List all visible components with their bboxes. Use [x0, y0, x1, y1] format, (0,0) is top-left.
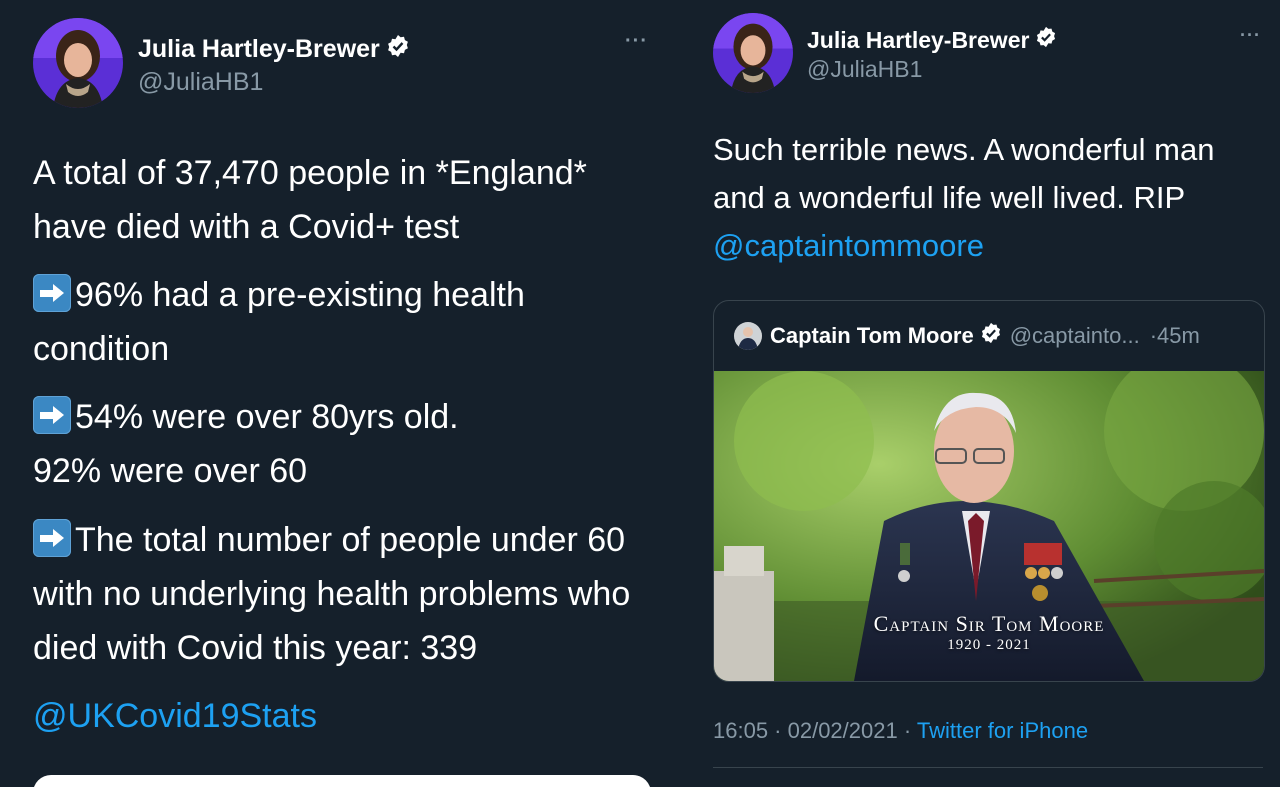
bullet-text: 96% had a pre-existing health condition — [33, 276, 525, 368]
tweet-paragraph: A total of 37,470 people in *England* ha… — [33, 154, 587, 246]
quoted-tweet-header: Captain Tom Moore @captainto... ·45m — [734, 321, 1200, 351]
quoted-avatar[interactable] — [734, 322, 762, 350]
more-icon[interactable]: ··· — [625, 30, 648, 53]
tweet-right: Julia Hartley-Brewer @JuliaHB1 ··· Such … — [680, 0, 1280, 787]
right-arrow-icon — [33, 274, 71, 312]
author-name-text: Julia Hartley-Brewer — [138, 35, 380, 63]
quoted-photo[interactable]: Captain Sir Tom Moore 1920 - 2021 — [714, 351, 1264, 681]
author-name[interactable]: Julia Hartley-Brewer — [138, 34, 410, 65]
screenshot-page: Julia Hartley-Brewer @JuliaHB1 ··· A tot… — [0, 0, 1280, 787]
quoted-time[interactable]: ·45m — [1150, 323, 1200, 349]
bullet-item: 54% were over 80yrs old. 92% were over 6… — [33, 390, 653, 498]
quoted-author-name[interactable]: Captain Tom Moore — [770, 323, 974, 349]
bullet-item: 96% had a pre-existing health condition — [33, 268, 653, 376]
bullet-text: 54% were over 80yrs old. — [75, 398, 459, 436]
tweet-source[interactable]: Twitter for iPhone — [917, 718, 1088, 743]
divider — [713, 767, 1263, 768]
avatar[interactable] — [713, 13, 793, 93]
tweet-left: Julia Hartley-Brewer @JuliaHB1 ··· A tot… — [0, 0, 680, 787]
verified-badge-icon — [386, 34, 410, 65]
bullet-item: The total number of people under 60 with… — [33, 513, 663, 675]
mention-link[interactable]: @captaintommoore — [713, 222, 984, 270]
mention-link[interactable]: @UKCovid19Stats — [33, 689, 317, 743]
verified-badge-icon — [980, 322, 1002, 350]
author-handle[interactable]: @JuliaHB1 — [138, 68, 263, 97]
right-arrow-icon — [33, 519, 71, 557]
tweet-timestamp[interactable]: 16:05 · 02/02/2021 · — [713, 718, 911, 743]
photo-caption-years: 1920 - 2021 — [947, 637, 1031, 653]
author-name[interactable]: Julia Hartley-Brewer — [807, 26, 1057, 54]
bullet-text: The total number of people under 60 with… — [33, 521, 631, 667]
avatar[interactable] — [33, 18, 123, 108]
quoted-tweet-card[interactable]: Captain Tom Moore @captainto... ·45m Cap… — [713, 300, 1265, 682]
author-handle[interactable]: @JuliaHB1 — [807, 56, 922, 83]
right-arrow-icon — [33, 396, 71, 434]
tweet-metadata: 16:05 · 02/02/2021 · Twitter for iPhone — [713, 718, 1088, 744]
link-preview-card[interactable] — [33, 775, 651, 787]
photo-caption-title: Captain Sir Tom Moore — [873, 611, 1105, 636]
verified-badge-icon — [1035, 26, 1057, 54]
quoted-author-handle[interactable]: @captainto... — [1010, 323, 1140, 349]
more-icon[interactable]: ··· — [1240, 25, 1261, 46]
bullet-text: 92% were over 60 — [33, 452, 308, 490]
author-name-text: Julia Hartley-Brewer — [807, 26, 1030, 53]
tweet-text: Such terrible news. A wonderful man and … — [713, 132, 1215, 215]
